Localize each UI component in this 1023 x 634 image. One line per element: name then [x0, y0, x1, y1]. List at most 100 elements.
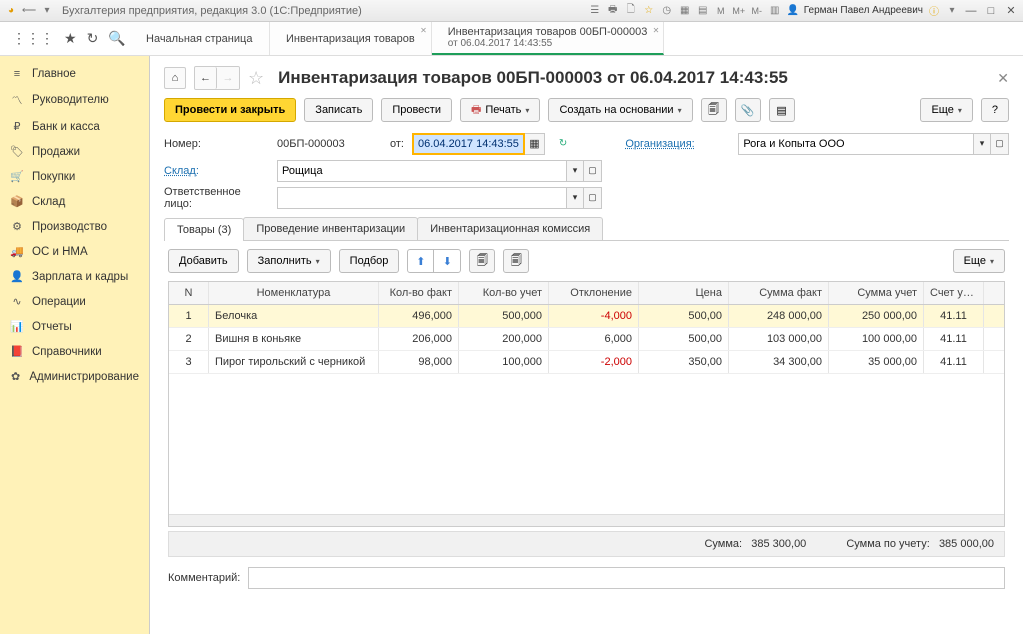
th-fact[interactable]: Кол-во факт	[379, 282, 459, 304]
tb-icon3-button[interactable]: ▤	[769, 98, 795, 122]
org-input[interactable]	[738, 133, 973, 155]
cell-nom: Вишня в коньяке	[209, 328, 379, 350]
home-button[interactable]: ⌂	[164, 67, 186, 89]
tb-grid-icon[interactable]: ▥	[768, 4, 782, 18]
window-min[interactable]: —	[963, 4, 979, 18]
tb-icon-1[interactable]: ☰	[588, 4, 602, 18]
info-icon[interactable]: ⓘ	[927, 4, 941, 18]
tb-icon-print[interactable]: 🖶	[606, 4, 620, 18]
dropdown-icon[interactable]: ▾	[40, 4, 54, 18]
save-button[interactable]: Записать	[304, 98, 373, 122]
sidebar-item[interactable]: 📦Склад	[0, 189, 149, 214]
sidebar-item[interactable]: ≡Главное	[0, 62, 149, 86]
sidebar-item-label: Склад	[32, 196, 65, 208]
date-input[interactable]: 06.04.2017 14:43:55	[412, 133, 525, 155]
tb-m[interactable]: M	[714, 4, 728, 18]
warehouse-input[interactable]	[277, 160, 566, 182]
org-dd-icon[interactable]: ▾	[973, 133, 991, 155]
tab-inventory-list[interactable]: Инвентаризация товаров✕	[270, 22, 432, 55]
sidebar-item[interactable]: 🛒Покупки	[0, 164, 149, 189]
th-n[interactable]: N	[169, 282, 209, 304]
tb-mminus[interactable]: M-	[750, 4, 764, 18]
user-name[interactable]: Герман Павел Андреевич	[804, 5, 923, 16]
tab-commission[interactable]: Инвентаризационная комиссия	[417, 217, 603, 240]
th-price[interactable]: Цена	[639, 282, 729, 304]
create-based-button[interactable]: Создать на основании▾	[548, 98, 692, 122]
table-more-button[interactable]: Еще▾	[953, 249, 1005, 273]
sidebar-item[interactable]: ✿Администрирование	[0, 364, 149, 389]
sidebar-item[interactable]: 📕Справочники	[0, 339, 149, 364]
move-down-button[interactable]: ⬇	[434, 250, 460, 272]
tab-home[interactable]: Начальная страница	[130, 22, 270, 55]
resp-dd-icon[interactable]: ▾	[566, 187, 584, 209]
paste-button[interactable]: 🗐	[503, 249, 529, 273]
user-icon[interactable]: 👤	[786, 4, 800, 18]
tb-icon-doc[interactable]: 🗋	[624, 4, 638, 18]
wh-dd-icon[interactable]: ▾	[566, 160, 584, 182]
org-label[interactable]: Организация:	[625, 138, 730, 150]
th-acct[interactable]: Счет учета	[924, 282, 984, 304]
th-uchet[interactable]: Кол-во учет	[459, 282, 549, 304]
sidebar-item[interactable]: 📊Отчеты	[0, 314, 149, 339]
sidebar-item[interactable]: 🚚ОС и НМА	[0, 239, 149, 264]
star-icon[interactable]: ★	[64, 30, 77, 47]
window-close[interactable]: ✕	[1003, 4, 1019, 18]
apps-icon[interactable]: ⋮⋮⋮	[12, 30, 54, 47]
dd2-icon[interactable]: ▾	[945, 4, 959, 18]
th-nom[interactable]: Номенклатура	[209, 282, 379, 304]
tb-icon1-button[interactable]: 🗐	[701, 98, 727, 122]
tab1-close-icon[interactable]: ✕	[420, 26, 427, 35]
close-doc-button[interactable]: ✕	[997, 70, 1009, 87]
sidebar-item[interactable]: 〽Руководителю	[0, 86, 149, 114]
tb-icon-clock[interactable]: ◷	[660, 4, 674, 18]
sidebar-item-icon: 🏷	[10, 145, 24, 158]
sidebar-item[interactable]: ⚙Производство	[0, 214, 149, 239]
table-row[interactable]: 3 Пирог тирольский с черникой 98,000 100…	[169, 351, 1004, 374]
table-row[interactable]: 1 Белочка 496,000 500,000 -4,000 500,00 …	[169, 305, 1004, 328]
search-icon[interactable]: 🔍	[108, 30, 125, 47]
sum-label: Сумма:	[704, 538, 742, 550]
h-scrollbar[interactable]	[169, 514, 1004, 526]
calendar-icon[interactable]: ▦	[525, 133, 545, 155]
post-and-close-button[interactable]: Провести и закрыть	[164, 98, 296, 122]
warehouse-label[interactable]: Склад:	[164, 165, 269, 177]
tb-icon-calc[interactable]: ▦	[678, 4, 692, 18]
print-button[interactable]: 🖶Печать▾	[460, 98, 540, 122]
sidebar-item[interactable]: ₽Банк и касса	[0, 114, 149, 139]
sidebar-item[interactable]: 👤Зарплата и кадры	[0, 264, 149, 289]
tab-process[interactable]: Проведение инвентаризации	[243, 217, 418, 240]
resp-open-icon[interactable]: ▢	[584, 187, 602, 209]
org-open-icon[interactable]: ▢	[991, 133, 1009, 155]
th-suchet[interactable]: Сумма учет	[829, 282, 924, 304]
th-dev[interactable]: Отклонение	[549, 282, 639, 304]
tab-goods[interactable]: Товары (3)	[164, 218, 244, 241]
tb-mplus[interactable]: M+	[732, 4, 746, 18]
tb-icon-fav[interactable]: ☆	[642, 4, 656, 18]
wh-open-icon[interactable]: ▢	[584, 160, 602, 182]
table-row[interactable]: 2 Вишня в коньяке 206,000 200,000 6,000 …	[169, 328, 1004, 351]
tab-inventory-doc[interactable]: Инвентаризация товаров 00БП-000003 от 06…	[432, 22, 665, 55]
attach-button[interactable]: 📎	[735, 98, 761, 122]
tb-icon-cal[interactable]: ▤	[696, 4, 710, 18]
responsible-input[interactable]	[277, 187, 566, 209]
move-up-button[interactable]: ⬆	[408, 250, 434, 272]
ref-icon[interactable]: ↻	[559, 138, 567, 149]
sidebar-item[interactable]: 🏷Продажи	[0, 139, 149, 164]
favorite-icon[interactable]: ☆	[248, 68, 264, 89]
comment-input[interactable]	[248, 567, 1005, 589]
add-row-button[interactable]: Добавить	[168, 249, 239, 273]
copy-button[interactable]: 🗐	[469, 249, 495, 273]
select-button[interactable]: Подбор	[339, 249, 400, 273]
window-max[interactable]: □	[983, 4, 999, 18]
fill-button[interactable]: Заполнить▾	[247, 249, 331, 273]
history-icon[interactable]: ↻	[87, 30, 99, 47]
tab2-close-icon[interactable]: ✕	[653, 26, 660, 35]
more-button[interactable]: Еще▾	[920, 98, 972, 122]
th-sfact[interactable]: Сумма факт	[729, 282, 829, 304]
nav-back-button[interactable]: ←	[195, 67, 217, 89]
form-rows: Номер: 00БП-000003 от: 06.04.2017 14:43:…	[150, 130, 1023, 211]
sidebar-item[interactable]: ∿Операции	[0, 289, 149, 314]
nav-back-icon[interactable]: ⟵	[22, 4, 36, 18]
help-button[interactable]: ?	[981, 98, 1009, 122]
post-button[interactable]: Провести	[381, 98, 452, 122]
